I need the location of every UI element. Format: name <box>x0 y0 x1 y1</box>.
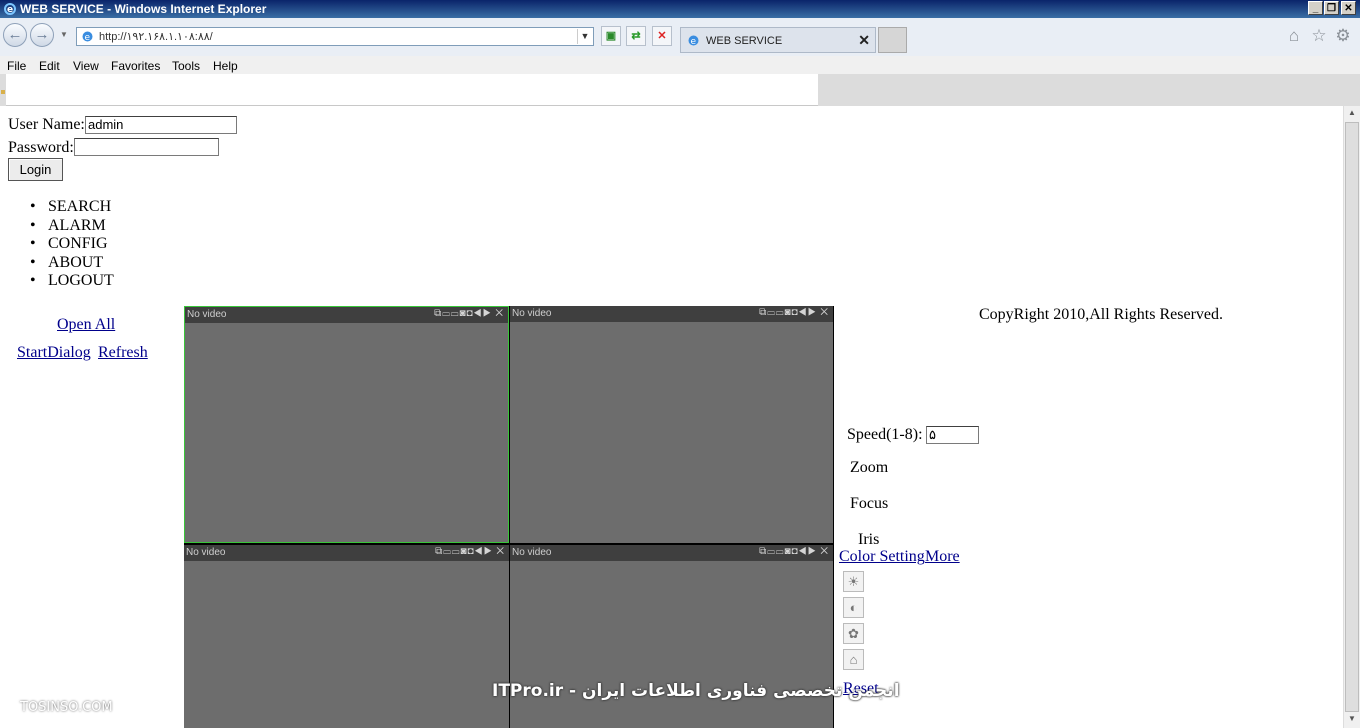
favorites-star-icon[interactable]: ☆ <box>1310 27 1328 45</box>
video-tools-icon[interactable]: ⧉▭▭◙◘◀▶ ✕ <box>759 546 829 557</box>
nav-logout[interactable]: LOGOUT <box>30 272 114 291</box>
watermark-left: TOSINSO.COM <box>20 700 113 715</box>
menu-view[interactable]: View <box>73 59 99 73</box>
no-video-label: No video <box>512 547 552 558</box>
contrast-icon[interactable]: ◐ <box>843 597 864 618</box>
tab-label: WEB SERVICE <box>706 35 783 47</box>
password-label: Password: <box>8 139 74 156</box>
menu-tools[interactable]: Tools <box>172 59 200 73</box>
activex-area <box>6 74 818 106</box>
minimize-button[interactable]: _ <box>1308 1 1323 15</box>
focus-label: Focus <box>850 495 889 512</box>
compatibility-view-icon[interactable]: ▣ <box>601 26 621 46</box>
home-icon[interactable]: ⌂ <box>1285 27 1303 45</box>
browser-navbar: ← → ▼ e http://۱۹۲.۱۶۸.۱.۱۰۸:۸۸/ ▼ ▣ ⇄ ✕… <box>0 18 1360 56</box>
video-grid: No video ⧉▭▭◙◘◀▶ ✕ No video ⧉▭▭◙◘◀▶ ✕ No… <box>184 306 834 728</box>
history-dropdown-icon[interactable]: ▼ <box>60 30 68 39</box>
tools-gear-icon[interactable]: ⚙ <box>1334 27 1352 45</box>
video-cell-2[interactable]: No video ⧉▭▭◙◘◀▶ ✕ <box>510 306 833 543</box>
menu-help[interactable]: Help <box>213 59 238 73</box>
scroll-up-icon[interactable]: ▲ <box>1346 108 1358 120</box>
speed-input[interactable]: ۵ <box>926 426 979 444</box>
video-cell-toolbar: No video ⧉▭▭◙◘◀▶ ✕ <box>510 545 833 561</box>
username-label: User Name: <box>8 116 85 133</box>
scroll-thumb[interactable] <box>1345 122 1359 712</box>
svg-text:e: e <box>7 5 13 15</box>
video-cell-3[interactable]: No video ⧉▭▭◙◘◀▶ ✕ <box>184 545 509 728</box>
forward-arrow-icon[interactable]: → <box>30 23 54 47</box>
address-url[interactable]: http://۱۹۲.۱۶۸.۱.۱۰۸:۸۸/ <box>99 30 213 43</box>
video-cell-toolbar: No video ⧉▭▭◙◘◀▶ ✕ <box>510 306 833 322</box>
restore-button[interactable]: ❐ <box>1324 1 1339 15</box>
zoom-label: Zoom <box>850 459 889 476</box>
svg-text:e: e <box>691 37 697 47</box>
open-all-link[interactable]: Open All <box>57 316 115 334</box>
ie-logo-icon: e <box>4 3 16 15</box>
nav-about[interactable]: ABOUT <box>30 254 114 273</box>
scroll-down-icon[interactable]: ▼ <box>1346 714 1358 726</box>
video-cell-toolbar: No video ⧉▭▭◙◘◀▶ ✕ <box>185 307 508 323</box>
info-mark-icon <box>1 90 5 94</box>
no-video-label: No video <box>187 309 227 320</box>
video-tools-icon[interactable]: ⧉▭▭◙◘◀▶ ✕ <box>434 308 504 319</box>
refresh-icon[interactable]: ⇄ <box>626 26 646 46</box>
tab-page-icon: e <box>688 35 699 47</box>
refresh-link[interactable]: Refresh <box>98 344 148 362</box>
login-button[interactable]: Login <box>8 158 63 181</box>
password-input[interactable] <box>74 138 219 156</box>
address-bar[interactable]: e http://۱۹۲.۱۶۸.۱.۱۰۸:۸۸/ ▼ <box>76 27 594 46</box>
color-setting-link[interactable]: Color Setting <box>839 548 925 566</box>
back-arrow-icon[interactable]: ← <box>3 23 27 47</box>
menu-bar: File Edit View Favorites Tools Help <box>0 56 1360 74</box>
close-window-button[interactable]: ✕ <box>1341 1 1356 15</box>
new-tab-button[interactable] <box>878 27 907 53</box>
username-input[interactable]: admin <box>85 116 237 134</box>
no-video-label: No video <box>512 308 552 319</box>
page-icon: e <box>82 31 93 43</box>
window-titlebar: e WEB SERVICE - Windows Internet Explore… <box>0 0 1360 18</box>
start-dialog-link[interactable]: StartDialog <box>17 344 91 362</box>
more-link[interactable]: More <box>925 548 960 566</box>
menu-file[interactable]: File <box>7 59 26 73</box>
close-tab-icon[interactable]: ✕ <box>858 32 870 49</box>
page-content: User Name: admin Password: Login SEARCH … <box>0 106 1343 728</box>
stop-icon[interactable]: ✕ <box>652 26 672 46</box>
video-cell-toolbar: No video ⧉▭▭◙◘◀▶ ✕ <box>184 545 509 561</box>
saturation-palette-icon[interactable]: ✿ <box>843 623 864 644</box>
video-tools-icon[interactable]: ⧉▭▭◙◘◀▶ ✕ <box>759 307 829 318</box>
iris-label: Iris <box>858 531 880 548</box>
command-bar <box>0 74 1360 106</box>
nav-search[interactable]: SEARCH <box>30 198 114 217</box>
no-video-label: No video <box>186 547 226 558</box>
menu-edit[interactable]: Edit <box>39 59 60 73</box>
copyright-text: CopyRight 2010,All Rights Reserved. <box>979 306 1223 323</box>
video-tools-icon[interactable]: ⧉▭▭◙◘◀▶ ✕ <box>435 546 505 557</box>
menu-favorites[interactable]: Favorites <box>111 59 160 73</box>
speed-label: Speed(1-8): <box>847 426 923 443</box>
address-dropdown-icon[interactable]: ▼ <box>577 29 592 44</box>
nav-config[interactable]: CONFIG <box>30 235 114 254</box>
nav-alarm[interactable]: ALARM <box>30 217 114 236</box>
svg-text:e: e <box>85 33 91 43</box>
video-cell-1[interactable]: No video ⧉▭▭◙◘◀▶ ✕ <box>184 306 509 543</box>
hue-icon[interactable]: ⌂ <box>843 649 864 670</box>
watermark-center: ITPro.ir - انجمن تخصصی فناوری اطلاعات ای… <box>492 681 900 701</box>
nav-menu: SEARCH ALARM CONFIG ABOUT LOGOUT <box>30 198 114 291</box>
vertical-scrollbar[interactable]: ▲ ▼ <box>1343 106 1360 728</box>
brightness-icon[interactable]: ☀ <box>843 571 864 592</box>
tab-web-service[interactable]: e WEB SERVICE ✕ <box>680 27 876 53</box>
window-title: WEB SERVICE - Windows Internet Explorer <box>20 2 267 16</box>
